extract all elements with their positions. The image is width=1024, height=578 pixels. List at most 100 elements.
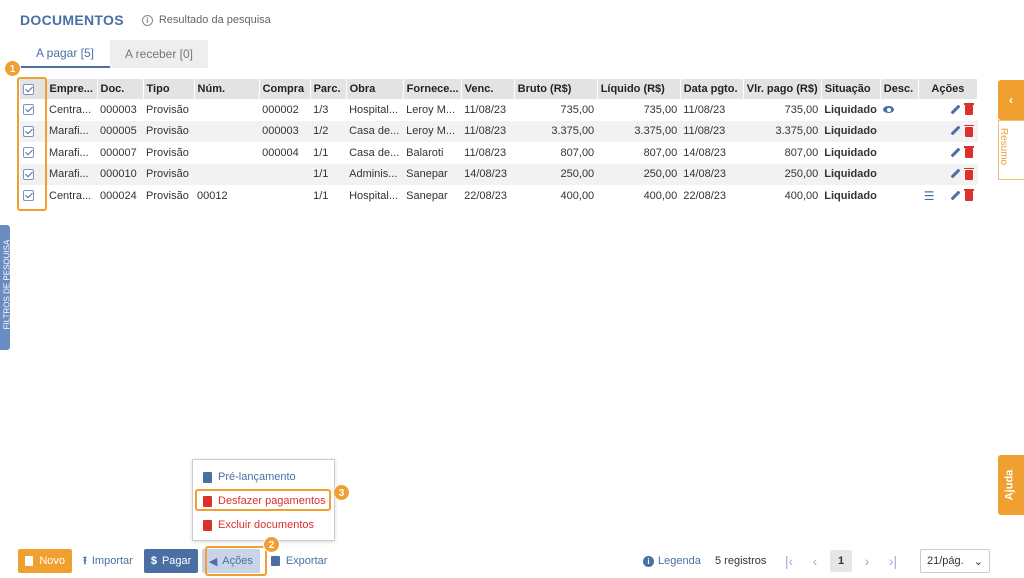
row-checkbox[interactable] bbox=[23, 125, 34, 137]
cell-bruto: 400,00 bbox=[560, 189, 595, 202]
table-row[interactable]: Marafi... 000007 Provisão 000004 1/1 Casa de.… bbox=[20, 142, 978, 164]
trash-icon[interactable] bbox=[963, 167, 974, 180]
last-page-button[interactable]: ›| bbox=[882, 550, 904, 572]
edit-icon[interactable] bbox=[950, 126, 960, 136]
exportar-button[interactable]: Exportar bbox=[264, 549, 335, 573]
menu-item-excluir-documentos[interactable]: Excluir documentos bbox=[203, 516, 314, 534]
collapse-summary-button[interactable]: ‹ bbox=[998, 80, 1024, 120]
col-header[interactable]: Compra bbox=[259, 79, 311, 99]
cell-desc bbox=[880, 99, 918, 121]
importar-button[interactable]: ⭱ Importar bbox=[76, 549, 140, 573]
trash-icon[interactable] bbox=[963, 146, 974, 159]
cell-data-pgto: 11/08/23 bbox=[683, 103, 726, 116]
edit-icon[interactable] bbox=[950, 191, 960, 201]
col-header[interactable]: Obra bbox=[346, 79, 404, 99]
row-select-cell[interactable] bbox=[20, 185, 46, 207]
col-header[interactable]: Fornece... bbox=[403, 79, 462, 99]
row-checkbox[interactable] bbox=[23, 147, 34, 159]
pagar-button[interactable]: $ Pagar bbox=[143, 549, 198, 573]
col-header[interactable]: Desc. bbox=[880, 79, 919, 99]
novo-button[interactable]: Novo bbox=[18, 549, 72, 573]
cell-compra-link[interactable]: 000002 bbox=[259, 99, 310, 121]
col-header[interactable]: Núm. bbox=[194, 79, 260, 99]
cell-compra-link[interactable]: 000004 bbox=[259, 142, 310, 164]
row-select-cell[interactable] bbox=[20, 120, 46, 142]
summary-side-tab[interactable]: Resumo bbox=[998, 120, 1024, 180]
cell-num: 00012 bbox=[197, 189, 228, 202]
row-checkbox[interactable] bbox=[23, 104, 34, 116]
col-header[interactable]: Doc. bbox=[97, 79, 144, 99]
legenda-label: Legenda bbox=[658, 555, 701, 567]
cell-vlr-pago: 400,00 bbox=[784, 189, 819, 202]
table-row[interactable]: Marafi... 000005 Provisão 000003 1/2 Casa de.… bbox=[20, 120, 978, 142]
table-row[interactable]: Centra... 000003 Provisão 000002 1/3 Hospital… bbox=[20, 99, 978, 121]
cell-tipo: Provisão bbox=[143, 163, 195, 185]
cell-data-pgto: 14/08/23 bbox=[680, 163, 744, 185]
cell-fornecedor: Balaroti bbox=[406, 146, 444, 159]
select-all-cell[interactable] bbox=[20, 79, 47, 99]
cell-desc bbox=[880, 163, 919, 185]
cell-parc: 1/1 bbox=[313, 189, 329, 202]
bottom-toolbar: Novo ⭱ Importar $ Pagar ◀ Ações Exportar bbox=[18, 549, 334, 573]
pagination-controls: |‹ ‹ 1 › ›| bbox=[778, 549, 908, 573]
callout-badge-1: 1 bbox=[4, 60, 21, 77]
cell-compra-link[interactable]: 000003 bbox=[259, 120, 311, 142]
trash-icon[interactable] bbox=[963, 103, 974, 116]
col-header[interactable]: Líquido (R$) bbox=[597, 79, 681, 99]
prev-page-button[interactable]: ‹ bbox=[804, 550, 826, 572]
row-select-cell[interactable] bbox=[20, 163, 46, 185]
cell-obra: Hospital... bbox=[349, 189, 399, 202]
cell-tipo: Provisão bbox=[146, 103, 189, 116]
first-page-button[interactable]: |‹ bbox=[778, 550, 800, 572]
table-row[interactable]: Marafi... 000010 Provisão 1/1 Adminis... Sane… bbox=[20, 163, 978, 185]
cell-actions bbox=[918, 99, 977, 121]
chevron-left-icon: ‹ bbox=[812, 553, 818, 569]
menu-item-desfazer-pagamentos[interactable]: Desfazer pagamentos bbox=[203, 492, 326, 510]
select-all-checkbox[interactable] bbox=[23, 83, 34, 95]
trash-icon[interactable] bbox=[963, 189, 974, 202]
cell-num bbox=[194, 163, 260, 185]
cell-vlr-pago: 735,00 bbox=[784, 103, 819, 116]
tab-a-pagar[interactable]: A pagar [5] bbox=[20, 40, 110, 68]
menu-item-label: Desfazer pagamentos bbox=[218, 495, 326, 507]
col-header[interactable]: Empre... bbox=[46, 79, 98, 99]
filters-side-tab[interactable]: FILTROS DE PESQUISA bbox=[0, 225, 12, 350]
row-checkbox[interactable] bbox=[23, 168, 34, 180]
row-select-cell[interactable] bbox=[20, 99, 46, 121]
eye-icon[interactable] bbox=[883, 106, 895, 114]
edit-icon[interactable] bbox=[950, 148, 960, 158]
pagar-label: Pagar bbox=[161, 555, 192, 567]
col-header[interactable]: Vlr. pago (R$) bbox=[743, 79, 822, 99]
col-header[interactable]: Data pgto. bbox=[680, 79, 744, 99]
cell-venc: 11/08/23 bbox=[461, 120, 515, 142]
chevron-down-icon: ⌄ bbox=[973, 555, 983, 568]
table-row[interactable]: Centra... 000024 Provisão 00012 1/1 Hospital.… bbox=[20, 185, 978, 207]
col-header[interactable]: Parc. bbox=[310, 79, 347, 99]
per-page-select[interactable]: 21/pág. ⌄ bbox=[920, 549, 990, 573]
cell-obra: Casa de... bbox=[349, 146, 400, 159]
cell-num bbox=[194, 120, 260, 142]
col-header[interactable]: Bruto (R$) bbox=[514, 79, 598, 99]
row-checkbox[interactable] bbox=[23, 190, 34, 202]
importar-label: Importar bbox=[91, 555, 133, 567]
cell-vlr-pago: 250,00 bbox=[743, 163, 822, 185]
next-page-button[interactable]: › bbox=[856, 550, 878, 572]
col-header[interactable]: Venc. bbox=[461, 79, 515, 99]
cell-parc: 1/1 bbox=[310, 163, 347, 185]
edit-icon[interactable] bbox=[950, 169, 960, 179]
cell-fornecedor: Leroy M... bbox=[406, 103, 456, 116]
row-select-cell[interactable] bbox=[20, 142, 46, 164]
legenda-link[interactable]: i Legenda bbox=[643, 549, 701, 573]
acoes-button[interactable]: ◀ Ações bbox=[201, 549, 260, 573]
help-side-tab[interactable]: Ajuda bbox=[998, 455, 1024, 515]
list-check-icon[interactable]: ☰ bbox=[924, 189, 935, 203]
tab-a-receber[interactable]: A receber [0] bbox=[110, 40, 208, 68]
cell-situacao: Liquidado bbox=[824, 189, 877, 202]
col-header[interactable]: Situação bbox=[821, 79, 881, 99]
cell-liquido: 250,00 bbox=[597, 163, 681, 185]
col-header[interactable]: Tipo bbox=[143, 79, 195, 99]
trash-icon[interactable] bbox=[963, 124, 974, 137]
current-page[interactable]: 1 bbox=[830, 550, 852, 572]
edit-icon[interactable] bbox=[950, 105, 960, 115]
menu-item-pre-lancamento[interactable]: Pré-lançamento bbox=[203, 468, 296, 486]
